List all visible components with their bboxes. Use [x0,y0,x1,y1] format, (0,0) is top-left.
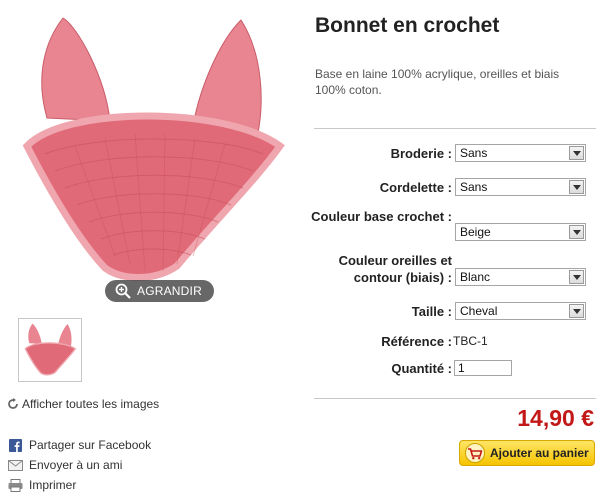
divider-top [314,128,596,129]
option-label-broderie: Broderie : [390,146,452,161]
refresh-icon [8,398,18,409]
option-label-cordelette: Cordelette : [379,180,452,195]
dropdown-arrow-icon [569,146,584,160]
print-link[interactable]: Imprimer [7,475,151,495]
select-couleur-base[interactable]: Beige [455,223,586,241]
product-price: 14,90 € [517,405,594,431]
enlarge-label: AGRANDIR [137,284,202,298]
print-label: Imprimer [29,478,77,492]
select-couleur-oreilles-value: Blanc [460,270,491,284]
cart-icon [465,443,485,463]
dropdown-arrow-icon [569,304,584,318]
option-label-couleur-oreilles-line2: contour (biais) : [353,270,452,285]
select-broderie[interactable]: Sans [455,144,586,162]
envelope-icon [7,458,23,472]
product-description: Base en laine 100% acrylique, oreilles e… [315,67,560,97]
dropdown-arrow-icon [569,270,584,284]
dropdown-arrow-icon [569,225,584,239]
reference-label: Référence : [381,334,452,349]
product-main-image[interactable]: AGRANDIR [5,6,299,302]
show-all-images-link[interactable]: Afficher toutes les images [7,397,159,411]
share-facebook-link[interactable]: Partager sur Facebook [7,435,151,455]
magnifier-icon [115,283,131,299]
select-taille[interactable]: Cheval [455,302,586,320]
printer-icon [7,478,23,492]
divider-bottom [314,398,596,399]
share-facebook-label: Partager sur Facebook [29,438,152,452]
share-actions: Partager sur Facebook Envoyer à un ami I… [7,435,151,495]
select-couleur-base-value: Beige [460,225,491,239]
select-couleur-oreilles[interactable]: Blanc [455,268,586,286]
dropdown-arrow-icon [569,180,584,194]
option-label-couleur-base: Couleur base crochet : [311,209,452,224]
facebook-icon [7,438,23,452]
product-thumbnail[interactable] [18,318,82,382]
add-to-cart-button[interactable]: Ajouter au panier [459,440,595,466]
select-cordelette[interactable]: Sans [455,178,586,196]
select-taille-value: Cheval [460,304,498,318]
reference-value: TBC-1 [453,334,488,348]
add-to-cart-label: Ajouter au panier [490,446,589,460]
enlarge-button[interactable]: AGRANDIR [105,280,214,302]
option-label-couleur-oreilles: Couleur oreilles et contour (biais) : [339,252,452,286]
product-title: Bonnet en crochet [315,14,500,37]
option-label-taille: Taille : [411,304,452,319]
send-to-friend-link[interactable]: Envoyer à un ami [7,455,151,475]
quantity-input[interactable] [454,360,512,376]
option-label-couleur-oreilles-line1: Couleur oreilles et [338,253,452,268]
quantity-label: Quantité : [391,361,452,376]
select-broderie-value: Sans [460,146,488,160]
show-all-images-label: Afficher toutes les images [22,397,160,411]
select-cordelette-value: Sans [460,180,488,194]
send-to-friend-label: Envoyer à un ami [29,458,123,472]
